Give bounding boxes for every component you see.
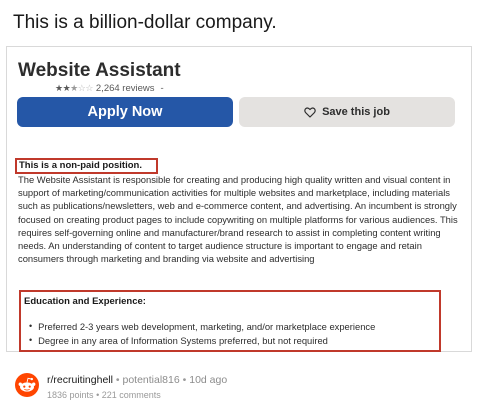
job-description: The Website Assistant is responsible for…: [18, 174, 458, 265]
heart-icon: [304, 106, 316, 118]
points-count: 1836 points: [47, 390, 94, 400]
username-link[interactable]: potential816: [122, 374, 179, 386]
meta-separator: •: [115, 374, 120, 386]
job-card: Website Assistant ★ ★ ★ ☆ ☆ 2,264 reviews - …: [6, 46, 472, 352]
rating-row[interactable]: ★ ★ ★ ☆ ☆ 2,264 reviews -: [55, 83, 164, 94]
post-meta: r/recruitinghell • potential816 • 10d ag…: [47, 374, 227, 386]
star-rating-icon: ★ ★ ★ ☆ ☆: [55, 83, 93, 93]
save-job-label: Save this job: [322, 106, 390, 118]
reddit-icon[interactable]: [15, 373, 39, 397]
save-job-button[interactable]: Save this job: [239, 97, 455, 127]
job-title: Website Assistant: [18, 60, 181, 81]
post-caption: This is a billion-dollar company.: [13, 12, 277, 33]
apply-now-button[interactable]: Apply Now: [17, 97, 233, 127]
education-heading: Education and Experience:: [24, 296, 146, 307]
list-item: • Degree in any area of Information Syste…: [29, 334, 328, 346]
reddit-post-footer: r/recruitinghell • potential816 • 10d ag…: [15, 371, 465, 407]
meta-separator: •: [96, 390, 100, 400]
nonpaid-notice: This is a non-paid position.: [19, 160, 142, 171]
meta-separator: •: [182, 374, 187, 386]
comments-link[interactable]: 221 comments: [102, 390, 161, 400]
education-list: • Preferred 2-3 years web development, ma…: [29, 320, 375, 347]
apply-now-label: Apply Now: [87, 104, 163, 120]
post-age: 10d ago: [189, 374, 228, 386]
subreddit-link[interactable]: r/recruitinghell: [47, 374, 113, 386]
list-item: • Preferred 2-3 years web development, ma…: [29, 321, 376, 332]
post-stats: 1836 points • 221 comments: [47, 390, 161, 400]
reviews-count[interactable]: 2,264 reviews: [96, 83, 155, 94]
reviews-suffix: -: [160, 83, 164, 94]
